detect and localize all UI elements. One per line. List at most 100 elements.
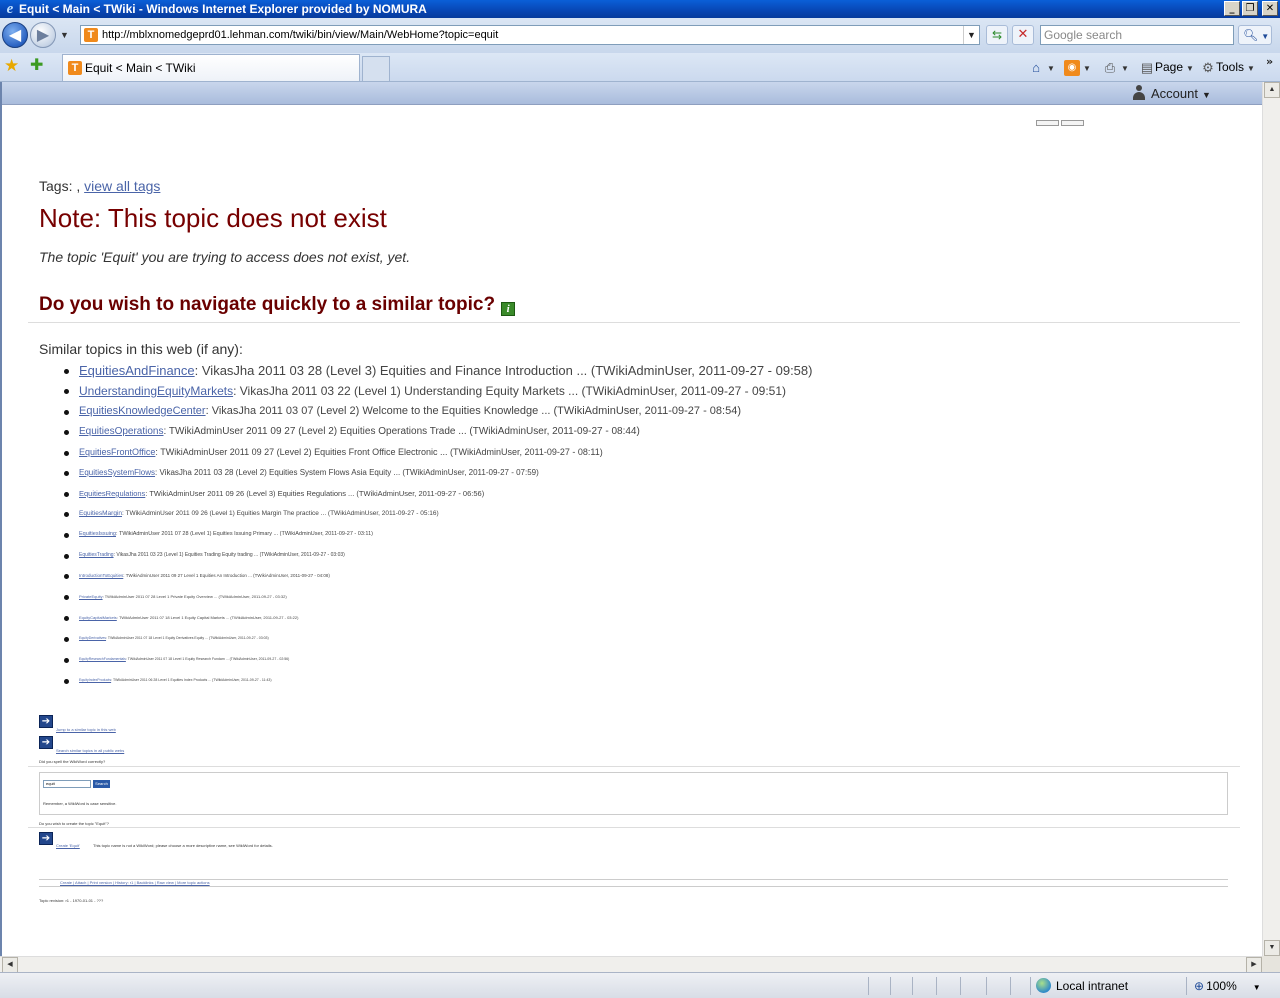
bullet-icon [64,678,69,684]
topic-link[interactable]: EquityCapitalMarkets [79,615,117,620]
navigate-heading-text: Do you wish to navigate quickly to a sim… [39,294,496,315]
jump-similar-link[interactable]: Jump to a similar topic in this web [56,727,116,732]
search-input[interactable]: Google search [1040,25,1234,45]
account-menu[interactable]: Account ▼ [1132,85,1211,104]
topic-search-input[interactable]: equit [43,780,91,788]
topic-summary: : TWikiAdminUser 2011 06 28 Level 1 Equi… [111,678,272,682]
topic-summary: : TWikiAdminUser 2011 09 27 (Level 2) Eq… [155,447,603,457]
topic-link[interactable]: EquityDerivatives [79,636,106,640]
bullet-icon [64,409,69,415]
topic-link[interactable]: EquitiesFrontOffice [79,447,155,457]
topic-search-button[interactable]: Search [93,780,110,788]
scroll-down-icon[interactable]: ▼ [1264,940,1280,956]
address-dropdown[interactable]: ▼ [963,26,979,44]
new-tab-button[interactable] [362,56,390,81]
tags-prefix: Tags: , [39,178,85,194]
close-button[interactable]: ✕ [1262,1,1278,16]
search-box[interactable] [1061,120,1084,126]
security-zone[interactable]: Local intranet [1036,978,1128,994]
topic-link[interactable]: EquitiesRegulations [79,489,145,498]
scroll-up-icon[interactable]: ▲ [1264,82,1280,98]
vertical-scrollbar[interactable]: ▲ ▼ [1262,82,1280,956]
topic-link[interactable]: PrivateEquity [79,594,103,599]
page-menu-button[interactable]: ▤ Page ▼ [1139,57,1194,77]
search-options-dropdown[interactable]: ▼ [1261,32,1269,41]
scroll-right-icon[interactable]: ▶ [1246,957,1262,973]
page-menu-label: Page [1155,60,1184,74]
forward-button[interactable]: ▶ [30,22,56,48]
add-favorites-icon[interactable]: ✚ [30,56,43,76]
view-all-tags-link[interactable]: view all tags [84,178,160,194]
status-divider [960,977,961,995]
bullet-icon [64,368,69,374]
topic-actions-links[interactable]: Create | Attach | Print version | Histor… [60,880,210,885]
footer-divider [39,886,1228,887]
print-button[interactable]: ⎙ ▼ [1102,57,1129,77]
scroll-left-icon[interactable]: ◀ [2,957,18,973]
topic-link[interactable]: EquitiesOperations [79,426,164,437]
arrow-right-icon: ➔ [39,715,53,728]
topic-entry: EquitiesTrading: VikasJha 2011 03 23 (Le… [79,550,345,561]
chevron-more-icon[interactable]: » [1266,55,1273,68]
favorites-star-icon[interactable]: ★ [4,56,19,76]
window-title-bar: e Equit < Main < TWiki - Windows Interne… [0,0,1280,18]
status-divider [868,977,869,995]
topic-entry: EquitiesSystemFlows: VikasJha 2011 03 28… [79,466,539,480]
page-content: Account ▼ Tags: , view all tags Note: Thi… [0,82,1262,956]
minimize-button[interactable]: _ [1224,1,1240,16]
arrow-right-icon: ➔ [39,832,53,845]
search-icon: 🔍︎ [1243,28,1259,42]
recent-pages-dropdown[interactable]: ▼ [60,30,69,40]
similar-topics-label: Similar topics in this web (if any): [39,341,243,357]
jump-box[interactable] [1036,120,1059,126]
horizontal-scrollbar[interactable]: ◀ ▶ [0,956,1262,973]
address-url[interactable]: http://mblxnomedgeprd01.lehman.com/twiki… [102,28,498,43]
twiki-favicon-icon: T [84,28,98,42]
topic-summary: : TWikiAdminUser 2011 07 18 Level 1 Equi… [125,657,290,661]
navigate-heading: Do you wish to navigate quickly to a sim… [39,294,516,316]
topic-entry: EquitiesKnowledgeCenter: VikasJha 2011 0… [79,403,741,420]
topic-link[interactable]: UnderstandingEquityMarkets [79,384,233,398]
divider [28,766,1240,767]
status-divider [936,977,937,995]
topic-link[interactable]: EquitiesTrading [79,552,114,558]
back-button[interactable]: ◀ [2,22,28,48]
spell-question: Did you spell the WikiWord correctly? [39,759,106,764]
address-input[interactable]: T http://mblxnomedgeprd01.lehman.com/twi… [80,25,980,45]
tab-active[interactable]: T Equit < Main < TWiki [62,54,360,81]
info-icon[interactable]: i [501,302,516,316]
divider [28,322,1240,323]
topic-entry: EquitiesFrontOffice: TWikiAdminUser 2011… [79,445,603,460]
user-icon [1132,85,1146,100]
topic-link[interactable]: EquitiesSystemFlows [79,468,155,477]
rss-feed-icon: ◉ [1064,59,1080,76]
chevron-down-icon: ▼ [1201,90,1211,100]
restore-button[interactable]: ❐ [1242,1,1258,16]
topic-link[interactable]: EquitiesAndFinance [79,363,195,378]
bullet-icon [64,512,69,518]
bullet-icon [64,430,69,435]
status-divider [890,977,891,995]
stop-button[interactable]: ✕ [1012,25,1034,45]
search-all-webs-link[interactable]: Search similar topics in all public webs [56,748,124,753]
refresh-button[interactable]: ⇆ [986,25,1008,45]
topic-link[interactable]: IntroductionToEquities [79,573,123,578]
zoom-control[interactable]: ⊕ 100% ▼ [1194,978,1261,996]
topic-summary: : TWikiAdminUser 2011 09 27 Level 1 Equi… [123,573,330,578]
tags-line: Tags: , view all tags [39,178,160,194]
home-button[interactable]: ⌂ ▼ [1028,57,1055,77]
create-topic-link[interactable]: Create 'Equit' [56,843,80,848]
topic-link[interactable]: EquityIndexProducts [79,678,111,682]
tools-menu-button[interactable]: ⚙ Tools ▼ [1200,57,1255,77]
topic-link[interactable]: EquitiesIssuing [79,531,116,537]
back-arrow-icon: ◀ [8,25,22,44]
search-button[interactable]: 🔍︎ ▼ [1238,25,1272,45]
feeds-button[interactable]: ◉ ▼ [1064,57,1091,77]
topic-link[interactable]: EquitiesKnowledgeCenter [79,405,206,417]
status-divider [912,977,913,995]
bullet-icon [64,574,69,580]
topic-link[interactable]: EquitiesMargin [79,510,122,517]
ie-logo-icon: e [6,1,14,17]
topic-link[interactable]: EquityResearchFundamentals [79,657,126,661]
printer-icon: ⎙ [1104,59,1116,75]
